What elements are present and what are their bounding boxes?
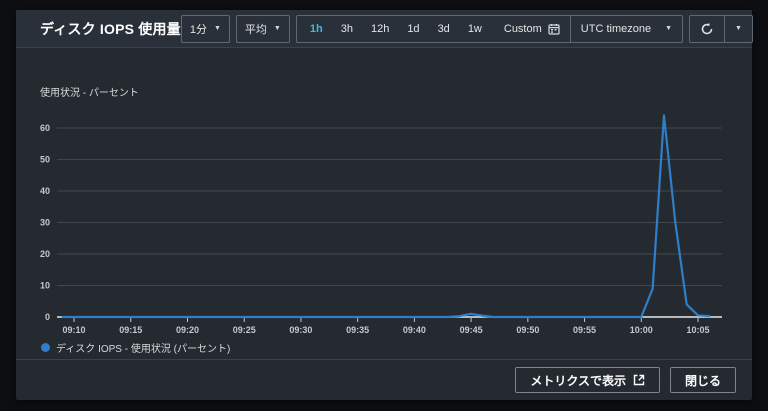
dialog-title: ディスク IOPS 使用量 bbox=[40, 20, 181, 37]
header-controls: 1分 ▼ 平均 ▼ 1h 3h 12h 1d 3d 1w Custom UTC … bbox=[180, 14, 768, 43]
time-range-12h[interactable]: 12h bbox=[362, 23, 398, 35]
chevron-down-icon: ▼ bbox=[273, 25, 281, 32]
statistic-dropdown-value: 平均 bbox=[244, 23, 267, 36]
line-chart[interactable]: 0 10 20 30 40 50 60 09:10 09:15 09:20 09:25 09:30 09… bbox=[16, 58, 752, 336]
svg-text:10: 10 bbox=[40, 281, 50, 291]
svg-text:09:10: 09:10 bbox=[63, 325, 86, 335]
svg-text:09:45: 09:45 bbox=[460, 325, 483, 335]
time-range-3h[interactable]: 3h bbox=[332, 23, 362, 35]
time-range-group: 1h 3h 12h 1d 3d 1w Custom UTC timezone ▼ bbox=[295, 14, 684, 43]
external-link-icon bbox=[633, 374, 645, 386]
svg-text:50: 50 bbox=[40, 155, 50, 165]
dialog-footer: メトリクスで表示 閉じる bbox=[16, 359, 752, 400]
svg-text:09:30: 09:30 bbox=[289, 325, 312, 335]
svg-text:09:55: 09:55 bbox=[573, 325, 596, 335]
time-range-1d[interactable]: 1d bbox=[398, 23, 428, 35]
dialog-header: ディスク IOPS 使用量 1分 ▼ 平均 ▼ 1h 3h 12h 1d 3d … bbox=[16, 10, 753, 48]
period-dropdown-value: 1分 bbox=[189, 23, 207, 36]
time-range-3d[interactable]: 3d bbox=[429, 23, 459, 35]
svg-text:09:15: 09:15 bbox=[119, 325, 142, 335]
legend-marker-icon bbox=[41, 343, 50, 352]
custom-range-label: Custom bbox=[503, 22, 542, 35]
timezone-dropdown[interactable]: UTC timezone ▼ bbox=[571, 23, 682, 35]
chevron-down-icon: ▼ bbox=[665, 25, 673, 32]
svg-text:09:50: 09:50 bbox=[516, 325, 539, 335]
view-in-metrics-label: メトリクスで表示 bbox=[530, 373, 626, 388]
refresh-options-button[interactable]: ▼ bbox=[725, 16, 752, 42]
time-range-links: 1h 3h 12h 1d 3d 1w bbox=[297, 23, 495, 35]
svg-text:09:40: 09:40 bbox=[403, 325, 426, 335]
timezone-dropdown-value: UTC timezone bbox=[580, 22, 652, 35]
metric-detail-dialog: ディスク IOPS 使用量 1分 ▼ 平均 ▼ 1h 3h 12h 1d 3d … bbox=[16, 10, 753, 400]
svg-text:10:05: 10:05 bbox=[687, 325, 710, 335]
period-dropdown[interactable]: 1分 ▼ bbox=[180, 14, 230, 43]
refresh-split-button: ▼ bbox=[689, 14, 753, 43]
chart-legend: ディスク IOPS - 使用状況 (パーセント) bbox=[41, 340, 230, 355]
svg-text:0: 0 bbox=[45, 312, 50, 322]
close-button-label: 閉じる bbox=[684, 373, 721, 388]
svg-text:09:25: 09:25 bbox=[233, 325, 256, 335]
refresh-button[interactable] bbox=[690, 16, 724, 42]
svg-text:20: 20 bbox=[40, 249, 50, 259]
svg-text:60: 60 bbox=[40, 123, 50, 133]
svg-text:09:20: 09:20 bbox=[176, 325, 199, 335]
chevron-down-icon: ▼ bbox=[213, 25, 221, 32]
refresh-icon bbox=[701, 22, 713, 34]
custom-range-button[interactable]: Custom bbox=[495, 23, 570, 35]
calendar-icon bbox=[548, 23, 560, 35]
statistic-dropdown[interactable]: 平均 ▼ bbox=[235, 14, 290, 43]
svg-text:40: 40 bbox=[40, 186, 50, 196]
time-range-1w[interactable]: 1w bbox=[459, 23, 491, 35]
svg-text:30: 30 bbox=[40, 218, 50, 228]
close-button[interactable]: 閉じる bbox=[669, 367, 736, 393]
chevron-down-icon: ▼ bbox=[735, 25, 742, 32]
time-range-1h[interactable]: 1h bbox=[301, 23, 332, 35]
view-in-metrics-button[interactable]: メトリクスで表示 bbox=[515, 367, 660, 393]
svg-text:09:35: 09:35 bbox=[346, 325, 369, 335]
legend-label: ディスク IOPS - 使用状況 (パーセント) bbox=[56, 344, 231, 355]
svg-text:10:00: 10:00 bbox=[630, 325, 653, 335]
